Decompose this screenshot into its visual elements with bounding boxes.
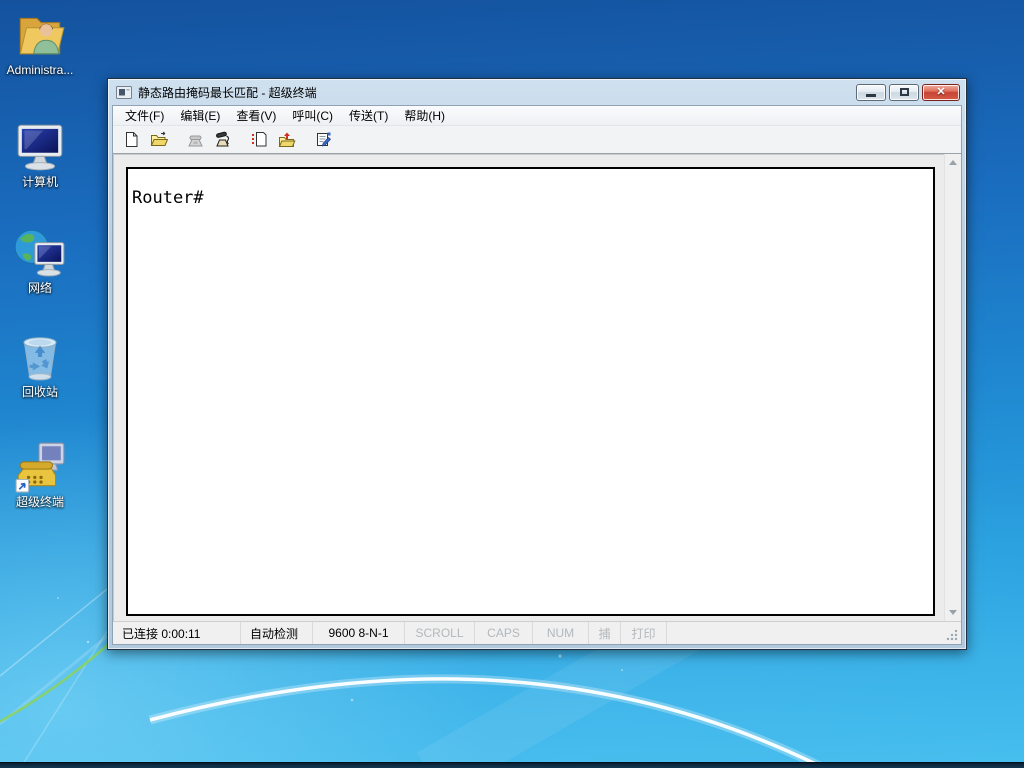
desktop-icon-hyperterminal[interactable]: 超级终端 (0, 438, 80, 509)
scroll-down-button[interactable] (947, 606, 960, 619)
desktop-icon-administrator[interactable]: Administra... (0, 6, 80, 77)
menu-file[interactable]: 文件(F) (117, 106, 172, 127)
taskbar-edge (0, 762, 1024, 768)
terminal-screen[interactable]: Router# (126, 167, 935, 616)
disconnect-button[interactable] (211, 128, 234, 151)
send-file-icon (252, 132, 267, 147)
close-button[interactable]: ✕ (922, 83, 960, 101)
status-emulation: 自动检测 (241, 622, 313, 644)
close-icon: ✕ (936, 85, 946, 98)
minimize-icon (866, 94, 876, 97)
status-caps: CAPS (475, 622, 533, 644)
recycle-bin-icon (23, 337, 57, 381)
maximize-icon (899, 88, 909, 96)
status-bar: 已连接 0:00:11 自动检测 9600 8-N-1 SCROLL CAPS … (113, 621, 961, 644)
menu-bar: 文件(F) 编辑(E) 查看(V) 呼叫(C) 传送(T) 帮助(H) (113, 106, 961, 126)
desktop-icon-computer[interactable]: 计算机 (0, 118, 80, 189)
hyperterminal-icon (15, 442, 65, 493)
menu-help[interactable]: 帮助(H) (396, 106, 453, 127)
menu-edit[interactable]: 编辑(E) (172, 106, 228, 127)
minimize-button[interactable] (856, 83, 886, 101)
resize-grip[interactable] (945, 628, 959, 642)
call-icon (188, 135, 203, 147)
properties-icon (317, 132, 331, 147)
scroll-up-button[interactable] (947, 156, 960, 169)
administrator-folder-icon (19, 17, 65, 55)
receive-file-icon (278, 132, 296, 147)
desktop-icon-network[interactable]: 网络 (0, 224, 80, 295)
status-scroll: SCROLL (405, 622, 475, 644)
status-capture: 捕 (589, 622, 621, 644)
hyperterminal-window: 静态路由掩码最长匹配 - 超级终端 ✕ 文件(F) 编辑(E) 查看(V) 呼叫… (107, 78, 967, 650)
desktop-icon-label: 回收站 (21, 385, 58, 399)
status-connection: 已连接 0:00:11 (113, 622, 241, 644)
disconnect-icon (216, 131, 230, 147)
status-baud: 9600 8-N-1 (313, 622, 405, 644)
open-button[interactable] (147, 128, 170, 151)
new-connection-button[interactable] (120, 128, 143, 151)
window-client: 文件(F) 编辑(E) 查看(V) 呼叫(C) 传送(T) 帮助(H) Rout… (112, 105, 962, 645)
arrow-up-icon (949, 160, 957, 165)
send-file-button[interactable] (248, 128, 271, 151)
desktop-icon-label: Administra... (6, 63, 74, 77)
status-print: 打印 (621, 622, 667, 644)
status-num: NUM (533, 622, 589, 644)
vertical-scrollbar[interactable] (944, 154, 961, 621)
window-titlebar[interactable]: 静态路由掩码最长匹配 - 超级终端 ✕ (108, 79, 966, 105)
call-button (184, 128, 207, 151)
toolbar (113, 126, 961, 153)
window-icon[interactable] (116, 85, 133, 100)
desktop-icon-label: 超级终端 (15, 495, 64, 509)
desktop-icon-label: 网络 (27, 281, 52, 295)
properties-button[interactable] (312, 128, 335, 151)
receive-file-button[interactable] (275, 128, 298, 151)
terminal-client-area: Router# (113, 153, 961, 621)
open-icon (150, 131, 168, 146)
terminal-margin: Router# (113, 154, 944, 621)
maximize-button[interactable] (889, 83, 919, 101)
menu-view[interactable]: 查看(V) (228, 106, 284, 127)
arrow-down-icon (949, 610, 957, 615)
network-icon (14, 229, 65, 277)
window-title: 静态路由掩码最长匹配 - 超级终端 (138, 85, 317, 100)
desktop-icon-label: 计算机 (21, 175, 58, 189)
computer-icon (17, 124, 63, 171)
menu-transfer[interactable]: 传送(T) (341, 106, 396, 127)
new-connection-icon (126, 132, 138, 147)
menu-call[interactable]: 呼叫(C) (284, 106, 341, 127)
desktop-icon-recycle-bin[interactable]: 回收站 (0, 328, 80, 399)
